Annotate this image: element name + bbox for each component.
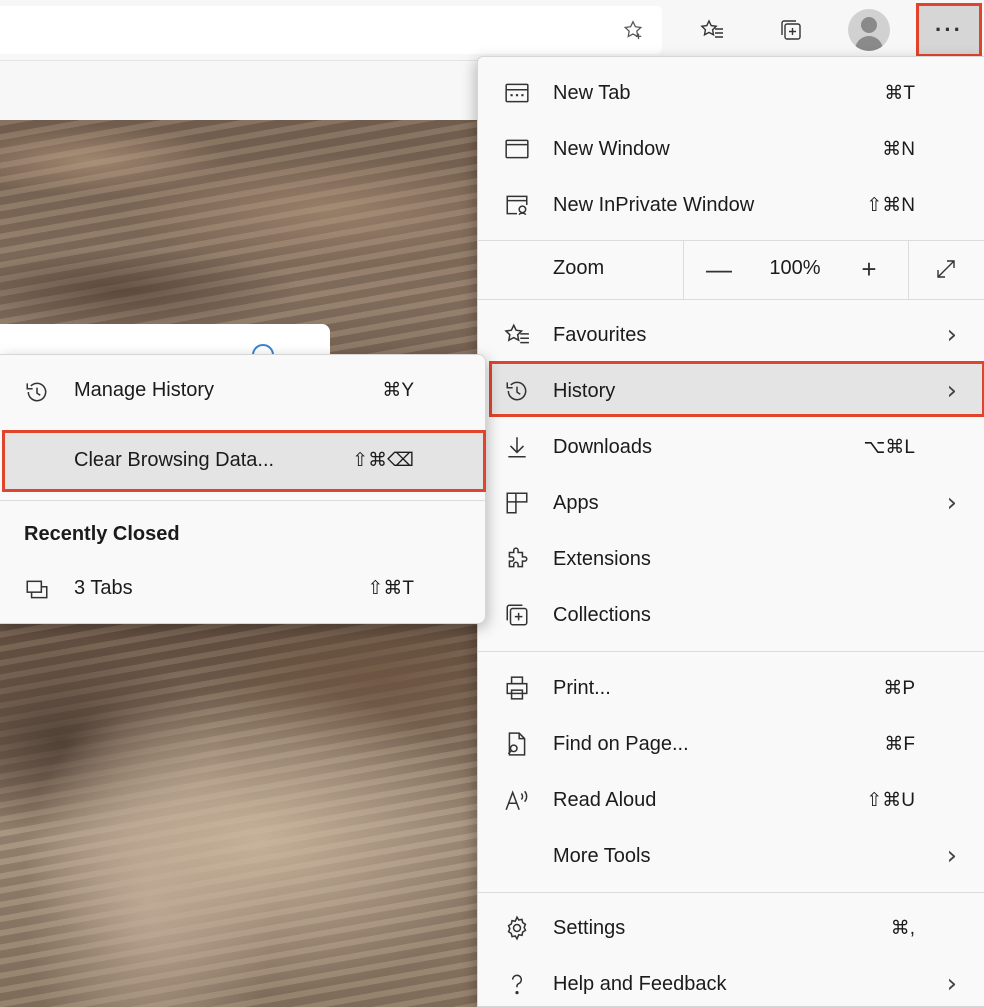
menu-item-label: Help and Feedback	[553, 972, 727, 995]
collections-icon	[502, 600, 532, 630]
more-options-icon: ···	[935, 17, 963, 42]
read-aloud-icon	[502, 785, 532, 815]
history-submenu: Manage History ⌘Y Clear Browsing Data...…	[0, 354, 486, 624]
menu-item-extensions[interactable]: Extensions	[478, 531, 984, 587]
print-icon	[502, 673, 532, 703]
menu-item-shortcut: ⌘F	[884, 733, 915, 755]
chevron-right-icon: ›	[946, 841, 957, 871]
menu-item-read-aloud[interactable]: Read Aloud ⇧⌘U	[478, 772, 984, 828]
menu-item-downloads[interactable]: Downloads ⌥⌘L	[478, 419, 984, 475]
settings-and-more-menu: New Tab ⌘T New Window ⌘N New InPrivate W…	[477, 56, 984, 1007]
menu-item-label: Extensions	[553, 547, 651, 570]
history-icon	[502, 376, 532, 406]
submenu-item-label: Manage History	[74, 379, 215, 401]
menu-item-label: Apps	[553, 491, 599, 514]
inprivate-window-icon	[502, 190, 532, 220]
menu-item-collections[interactable]: Collections	[478, 587, 984, 643]
tabs-group-icon	[22, 575, 52, 605]
extensions-icon	[502, 544, 532, 574]
submenu-item-label: 3 Tabs	[74, 577, 133, 599]
menu-item-find-on-page[interactable]: Find on Page... ⌘F	[478, 716, 984, 772]
new-window-icon	[502, 134, 532, 164]
address-bar[interactable]	[0, 6, 662, 54]
menu-item-help-and-feedback[interactable]: Help and Feedback ›	[478, 956, 984, 1007]
submenu-item-shortcut: ⌘Y	[382, 380, 414, 401]
page-header-strip	[0, 60, 480, 120]
profile-avatar-icon[interactable]	[848, 9, 890, 51]
submenu-item-shortcut: ⇧⌘T	[367, 578, 414, 599]
submenu-item-label: Clear Browsing Data...	[74, 449, 275, 471]
menu-item-more-tools[interactable]: More Tools ›	[478, 828, 984, 884]
menu-item-label: More Tools	[553, 844, 651, 867]
zoom-level-value: 100%	[769, 257, 821, 279]
menu-item-label: New Window	[553, 137, 670, 160]
recently-closed-heading: Recently Closed	[24, 523, 180, 545]
menu-item-label: Settings	[553, 916, 626, 939]
more-options-button[interactable]: ···	[916, 3, 982, 57]
chevron-right-icon: ›	[946, 320, 957, 350]
menu-item-apps[interactable]: Apps ›	[478, 475, 984, 531]
menu-item-history[interactable]: History ›	[478, 363, 984, 419]
chevron-right-icon: ›	[946, 376, 957, 406]
menu-item-label: Collections	[553, 603, 651, 626]
submenu-item-manage-history[interactable]: Manage History ⌘Y	[0, 363, 486, 419]
apps-icon	[502, 488, 532, 518]
submenu-divider	[0, 500, 486, 501]
chevron-right-icon: ›	[946, 488, 957, 518]
menu-item-label: New Tab	[553, 81, 631, 104]
menu-item-label: New InPrivate Window	[553, 193, 755, 216]
menu-item-label: Favourites	[553, 323, 647, 346]
help-icon	[502, 969, 532, 999]
zoom-out-button[interactable]: —	[699, 249, 739, 289]
zoom-label: Zoom	[553, 257, 605, 279]
submenu-item-closed-tabs[interactable]: 3 Tabs ⇧⌘T	[0, 561, 486, 617]
menu-item-label: Print...	[553, 676, 611, 699]
menu-item-print[interactable]: Print... ⌘P	[478, 660, 984, 716]
favourites-icon	[502, 320, 532, 350]
menu-item-label: History	[553, 379, 616, 402]
menu-item-shortcut: ⌘N	[882, 138, 915, 160]
chevron-right-icon: ›	[946, 969, 957, 999]
collections-icon[interactable]	[771, 10, 811, 50]
menu-item-shortcut: ⌘P	[883, 677, 915, 699]
favourite-star-add-icon[interactable]	[622, 19, 644, 41]
zoom-in-button[interactable]: +	[849, 249, 889, 289]
menu-item-new-window[interactable]: New Window ⌘N	[478, 121, 984, 177]
gear-icon	[502, 913, 532, 943]
menu-item-new-tab[interactable]: New Tab ⌘T	[478, 65, 984, 121]
menu-item-label: Downloads	[553, 435, 652, 458]
menu-item-settings[interactable]: Settings ⌘,	[478, 900, 984, 956]
menu-item-shortcut: ⌘T	[884, 82, 915, 104]
submenu-item-clear-browsing-data[interactable]: Clear Browsing Data... ⇧⌘⌫	[0, 433, 486, 489]
zoom-control: Zoom — 100% +	[478, 241, 984, 299]
menu-item-shortcut: ⌘,	[890, 917, 915, 939]
menu-divider	[478, 651, 984, 652]
menu-item-label: Read Aloud	[553, 788, 657, 811]
browser-toolbar: ···	[0, 0, 984, 60]
menu-divider	[478, 299, 984, 300]
menu-item-shortcut: ⇧⌘U	[866, 789, 915, 811]
menu-divider	[478, 892, 984, 893]
submenu-item-shortcut: ⇧⌘⌫	[352, 450, 414, 471]
favourites-icon[interactable]	[692, 10, 732, 50]
fullscreen-icon[interactable]	[926, 249, 966, 289]
menu-item-label: Find on Page...	[553, 732, 689, 755]
menu-item-favourites[interactable]: Favourites ›	[478, 307, 984, 363]
new-tab-icon	[502, 78, 532, 108]
menu-item-shortcut: ⇧⌘N	[866, 194, 915, 216]
menu-item-shortcut: ⌥⌘L	[863, 436, 915, 458]
menu-item-new-inprivate-window[interactable]: New InPrivate Window ⇧⌘N	[478, 177, 984, 233]
find-icon	[502, 729, 532, 759]
download-icon	[502, 432, 532, 462]
history-icon	[22, 377, 52, 407]
